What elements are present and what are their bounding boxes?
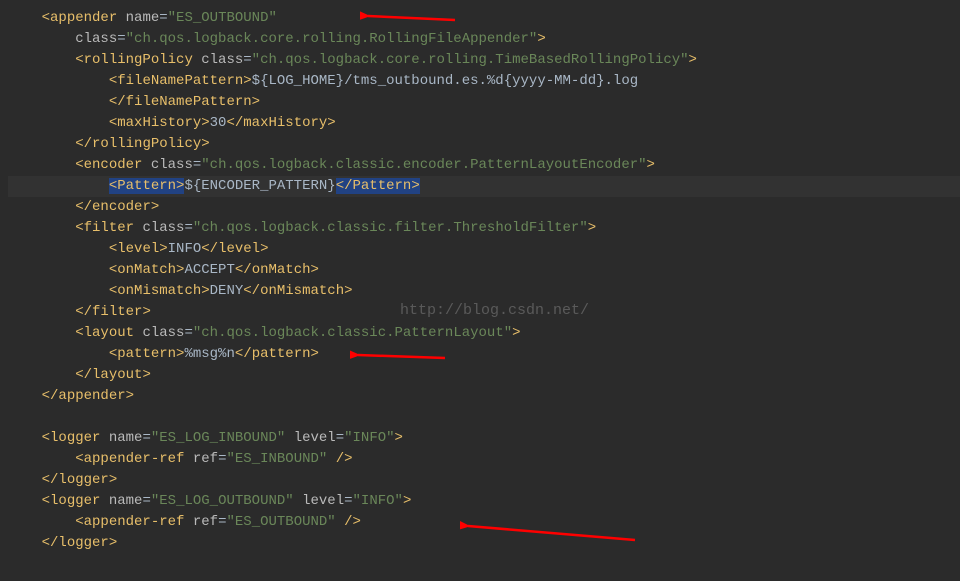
code-line: <logger name="ES_LOG_INBOUND" level="INF…: [8, 428, 960, 449]
code-line: <encoder class="ch.qos.logback.classic.e…: [8, 155, 960, 176]
code-line-highlighted: <Pattern>${ENCODER_PATTERN}</Pattern>: [8, 176, 960, 197]
code-line: <onMismatch>DENY</onMismatch>: [8, 281, 960, 302]
code-line: class="ch.qos.logback.core.rolling.Rolli…: [8, 29, 960, 50]
code-line: </layout>: [8, 365, 960, 386]
code-block: <appender name="ES_OUTBOUND" class="ch.q…: [0, 0, 960, 562]
code-line: <logger name="ES_LOG_OUTBOUND" level="IN…: [8, 491, 960, 512]
code-line: <appender-ref ref="ES_INBOUND" />: [8, 449, 960, 470]
code-line: <rollingPolicy class="ch.qos.logback.cor…: [8, 50, 960, 71]
code-line: </rollingPolicy>: [8, 134, 960, 155]
code-line: <fileNamePattern>${LOG_HOME}/tms_outboun…: [8, 71, 960, 92]
code-line: <pattern>%msg%n</pattern>: [8, 344, 960, 365]
code-line: </appender>: [8, 386, 960, 407]
code-line-blank: [8, 407, 960, 428]
code-line: <appender name="ES_OUTBOUND": [8, 8, 960, 29]
code-line: </filter>: [8, 302, 960, 323]
code-line: <filter class="ch.qos.logback.classic.fi…: [8, 218, 960, 239]
code-line: <maxHistory>30</maxHistory>: [8, 113, 960, 134]
code-line: </encoder>: [8, 197, 960, 218]
code-line: <layout class="ch.qos.logback.classic.Pa…: [8, 323, 960, 344]
code-line: </logger>: [8, 470, 960, 491]
code-line: <onMatch>ACCEPT</onMatch>: [8, 260, 960, 281]
code-line: <level>INFO</level>: [8, 239, 960, 260]
code-line: </fileNamePattern>: [8, 92, 960, 113]
code-line: </logger>: [8, 533, 960, 554]
code-line: <appender-ref ref="ES_OUTBOUND" />: [8, 512, 960, 533]
